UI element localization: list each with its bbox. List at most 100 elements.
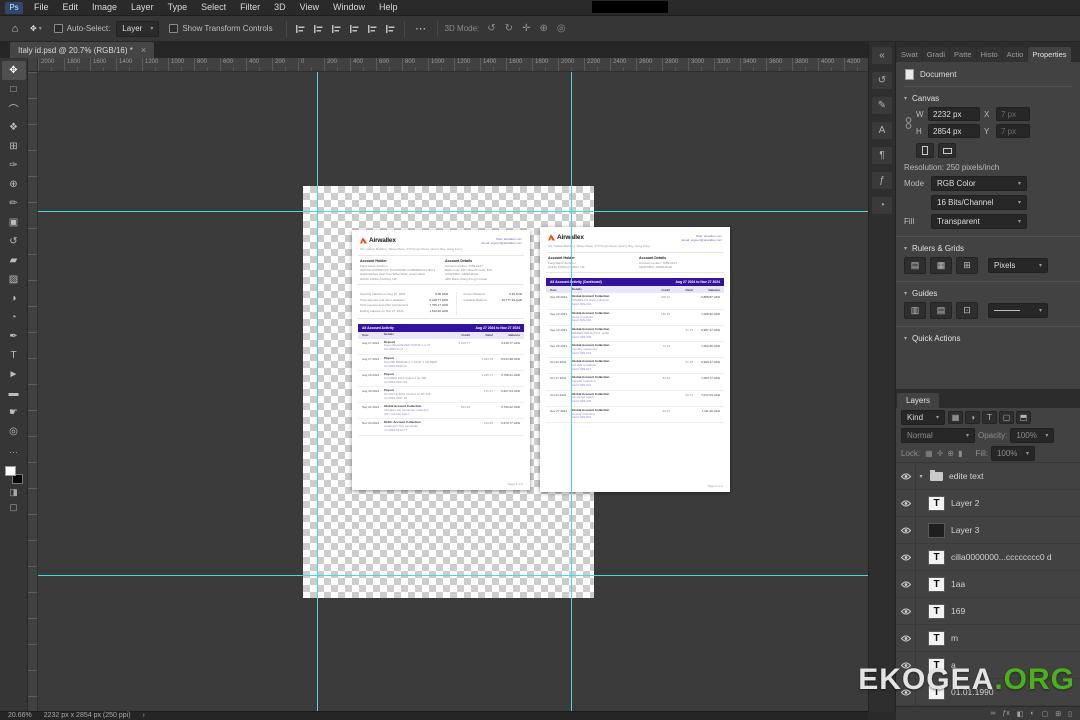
lock-icon[interactable]: ▦ bbox=[925, 449, 933, 458]
tab-layers[interactable]: Layers bbox=[897, 393, 939, 408]
layer-thumbnail[interactable]: T bbox=[928, 604, 945, 619]
align-center-h-icon[interactable] bbox=[312, 22, 325, 35]
marquee-tool[interactable]: □ bbox=[2, 80, 26, 99]
quick-selection-tool[interactable]: ❖ bbox=[2, 118, 26, 137]
toggle-grid-button[interactable]: ▦ bbox=[930, 257, 952, 274]
clone-stamp-tool[interactable]: ▣ bbox=[2, 213, 26, 232]
align-bottom-icon[interactable] bbox=[384, 22, 397, 35]
tab-close-icon[interactable]: × bbox=[141, 45, 146, 55]
layer-thumbnail[interactable]: T bbox=[928, 577, 945, 592]
width-field[interactable]: 2232 px bbox=[928, 107, 980, 121]
clone-source-panel-icon[interactable]: ◔ bbox=[872, 197, 892, 214]
panel-tab[interactable]: Patte bbox=[950, 47, 976, 62]
layer-row[interactable]: T 169 bbox=[896, 598, 1080, 625]
layer-filter-icon[interactable]: T bbox=[982, 411, 997, 424]
edit-toolbar-icon[interactable]: ⋯ bbox=[2, 445, 26, 459]
layer-row[interactable]: T Layer 2 bbox=[896, 490, 1080, 517]
paragraph-panel-icon[interactable]: ¶ bbox=[872, 147, 892, 164]
status-chevron-icon[interactable]: › bbox=[143, 712, 145, 720]
shape-tool[interactable]: ▬ bbox=[2, 384, 26, 403]
link-dimensions-icon[interactable] bbox=[904, 115, 912, 131]
auto-select-checkbox[interactable]: Auto-Select: bbox=[54, 24, 111, 33]
menu-item[interactable]: View bbox=[293, 0, 326, 15]
layer-visibility-toggle[interactable] bbox=[896, 517, 916, 543]
current-tool-button[interactable]: ✥ ▾ bbox=[24, 24, 48, 33]
layer-name[interactable]: cilla0000000...cccccccc0 d bbox=[951, 552, 1052, 562]
lock-guides-button[interactable]: ▤ bbox=[930, 302, 952, 319]
statement-page-1[interactable]: Airwallex Web: airwallex.comEmail: suppo… bbox=[352, 230, 530, 490]
gradient-tool[interactable]: ▨ bbox=[2, 270, 26, 289]
opacity-dropdown[interactable]: 100% ▾ bbox=[1010, 428, 1054, 443]
checkbox-icon[interactable] bbox=[54, 24, 63, 33]
canvas-area[interactable]: 2000180016001400120010008006004002000200… bbox=[28, 58, 868, 712]
3d-mode-icon[interactable]: ⊕ bbox=[539, 23, 547, 34]
screen-mode-button[interactable]: ▢ bbox=[2, 500, 26, 515]
crop-tool[interactable]: ⊞ bbox=[2, 137, 26, 156]
layer-filter-icon[interactable]: ▦ bbox=[948, 411, 963, 424]
layers-footer-icon[interactable]: ∞ bbox=[990, 710, 995, 717]
layer-thumbnail[interactable] bbox=[928, 523, 945, 538]
toggle-guides-button[interactable]: ▥ bbox=[904, 302, 926, 319]
layer-name[interactable]: m bbox=[951, 633, 958, 643]
height-field[interactable]: 2854 px bbox=[928, 124, 980, 138]
rulers-grids-section-header[interactable]: ▾ Rulers & Grids bbox=[904, 244, 1072, 253]
layers-footer-icon[interactable]: ◧ bbox=[1017, 710, 1024, 718]
foreground-color-swatch[interactable] bbox=[5, 466, 16, 476]
menu-item[interactable]: Help bbox=[372, 0, 405, 15]
layer-name[interactable]: Layer 2 bbox=[951, 498, 979, 508]
zoom-level-field[interactable]: 20.66% bbox=[8, 712, 32, 720]
menu-item[interactable]: Type bbox=[161, 0, 195, 15]
layer-row[interactable]: T cilla0000000...cccccccc0 d bbox=[896, 544, 1080, 571]
landscape-orientation-button[interactable] bbox=[938, 143, 956, 158]
horizontal-guide[interactable] bbox=[38, 211, 868, 212]
dodge-tool[interactable]: ◔ bbox=[2, 308, 26, 327]
layer-name[interactable]: 1aa bbox=[951, 579, 965, 589]
layer-name[interactable]: edite text bbox=[949, 471, 984, 481]
guides-section-header[interactable]: ▾ Guides bbox=[904, 289, 1072, 298]
layer-visibility-toggle[interactable] bbox=[896, 571, 916, 597]
y-field[interactable]: 7 px bbox=[996, 124, 1030, 138]
pen-tool[interactable]: ✒ bbox=[2, 327, 26, 346]
layers-footer-icon[interactable]: ƒx bbox=[1002, 710, 1009, 717]
3d-mode-icon[interactable]: ✛ bbox=[522, 23, 530, 34]
toggle-rulers-button[interactable]: ▤ bbox=[904, 257, 926, 274]
eraser-tool[interactable]: ▰ bbox=[2, 251, 26, 270]
layer-filter-icon[interactable]: ◑ bbox=[965, 411, 980, 424]
document-tab[interactable]: Italy id.psd @ 20.7% (RGB/16) * × bbox=[10, 42, 154, 58]
layer-visibility-toggle[interactable] bbox=[896, 463, 916, 489]
group-expander-icon[interactable]: ▾ bbox=[916, 473, 926, 480]
layers-footer-icon[interactable]: ◐ bbox=[1030, 710, 1034, 717]
layer-row[interactable]: T 1aa bbox=[896, 571, 1080, 598]
home-icon[interactable]: ⌂ bbox=[6, 23, 24, 35]
align-right-icon[interactable] bbox=[330, 22, 343, 35]
menu-item[interactable]: Filter bbox=[233, 0, 267, 15]
path-selection-tool[interactable]: ► bbox=[2, 365, 26, 384]
layers-footer-icon[interactable]: ▯ bbox=[1068, 710, 1072, 718]
lock-icon[interactable]: ▮ bbox=[958, 449, 962, 458]
eyedropper-tool[interactable]: ✑ bbox=[2, 156, 26, 175]
move-tool[interactable]: ✥ bbox=[2, 61, 26, 80]
align-top-icon[interactable] bbox=[348, 22, 361, 35]
collapse-panels-icon[interactable]: « bbox=[872, 47, 892, 64]
bit-depth-dropdown[interactable]: 16 Bits/Channel ▾ bbox=[931, 195, 1027, 210]
layer-thumbnail[interactable]: T bbox=[928, 631, 945, 646]
glyphs-panel-icon[interactable]: ƒ bbox=[872, 172, 892, 189]
layer-row[interactable]: ▾ edite text bbox=[896, 463, 1080, 490]
layer-visibility-toggle[interactable] bbox=[896, 544, 916, 570]
menu-item[interactable]: Select bbox=[194, 0, 233, 15]
menu-item[interactable]: 3D bbox=[267, 0, 293, 15]
history-panel-icon[interactable]: ↺ bbox=[872, 72, 892, 89]
layers-footer-icon[interactable]: ▢ bbox=[1042, 710, 1049, 718]
lock-icon[interactable]: ⊕ bbox=[947, 449, 954, 458]
3d-mode-icon[interactable]: ◎ bbox=[557, 23, 566, 34]
auto-select-target-dropdown[interactable]: Layer ▾ bbox=[116, 21, 159, 37]
layer-thumbnail[interactable]: T bbox=[928, 496, 945, 511]
lasso-tool[interactable]: ⌒ bbox=[2, 99, 26, 118]
canvas-fill-dropdown[interactable]: Transparent ▾ bbox=[931, 214, 1027, 229]
guide-style-dropdown[interactable]: ▾ bbox=[988, 303, 1048, 318]
brush-settings-panel-icon[interactable]: ✎ bbox=[872, 97, 892, 114]
panel-tab[interactable]: Histo bbox=[977, 47, 1002, 62]
layer-filter-icon[interactable]: ⬒ bbox=[1016, 411, 1031, 424]
layer-name[interactable]: Layer 3 bbox=[951, 525, 979, 535]
color-mode-dropdown[interactable]: RGB Color ▾ bbox=[931, 176, 1027, 191]
